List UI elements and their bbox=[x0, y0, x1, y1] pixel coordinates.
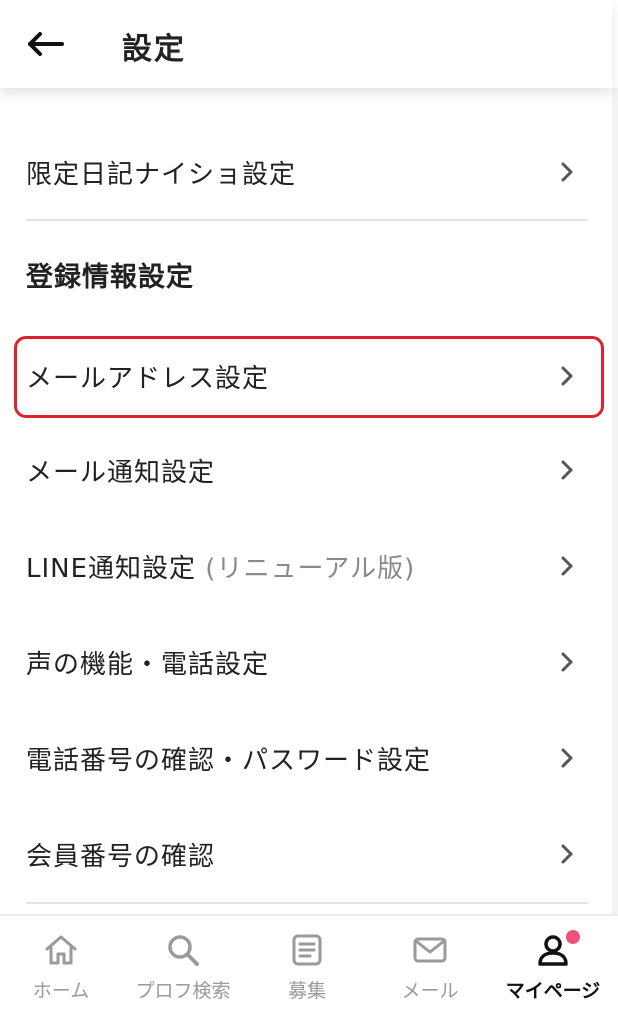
menu-item-member-number[interactable]: 会員番号の確認 bbox=[0, 818, 612, 890]
bottom-tab-bar: ホーム プロフ検索 募集 メール マイページ bbox=[0, 914, 618, 1024]
menu-item-email-address[interactable]: メールアドレス設定 bbox=[0, 340, 612, 412]
home-icon bbox=[45, 935, 77, 965]
tab-mypage[interactable]: マイページ bbox=[492, 916, 614, 1024]
tab-profile-search[interactable]: プロフ検索 bbox=[122, 916, 244, 1024]
tab-recruit[interactable]: 募集 bbox=[246, 916, 368, 1024]
search-icon bbox=[168, 935, 199, 966]
page-title: 設定 bbox=[122, 32, 186, 67]
chevron-right-icon bbox=[561, 460, 573, 480]
section-divider bbox=[26, 902, 588, 904]
tab-label: 募集 bbox=[287, 980, 326, 1002]
menu-item-line-notification[interactable]: LINE通知設定 (リニューアル版) bbox=[0, 530, 612, 602]
arrow-left-icon bbox=[28, 32, 64, 56]
menu-item-secret-diary[interactable]: 限定日記ナイショ設定 bbox=[0, 136, 612, 208]
tab-label: メール bbox=[401, 980, 459, 1002]
menu-item-label: 会員番号の確認 bbox=[26, 841, 216, 872]
menu-item-label: メール通知設定 bbox=[26, 457, 216, 488]
notification-badge bbox=[566, 930, 580, 944]
menu-item-label: メールアドレス設定 bbox=[26, 363, 270, 394]
chevron-right-icon bbox=[561, 366, 573, 386]
scrollbar-track bbox=[612, 88, 618, 918]
tab-mail[interactable]: メール bbox=[369, 916, 491, 1024]
tab-home[interactable]: ホーム bbox=[0, 916, 122, 1024]
menu-item-phone-password[interactable]: 電話番号の確認・パスワード設定 bbox=[0, 722, 612, 794]
mail-icon bbox=[413, 937, 447, 963]
board-icon bbox=[292, 934, 322, 966]
menu-item-suffix: (リニューアル版) bbox=[196, 553, 416, 584]
chevron-right-icon bbox=[561, 556, 573, 576]
menu-item-email-notification[interactable]: メール通知設定 bbox=[0, 434, 612, 506]
tab-label: ホーム bbox=[32, 980, 90, 1002]
section-heading: 登録情報設定 bbox=[26, 262, 194, 293]
chevron-right-icon bbox=[561, 652, 573, 672]
section-divider bbox=[26, 219, 588, 221]
app-header: 設定 bbox=[0, 0, 612, 88]
chevron-right-icon bbox=[561, 162, 573, 182]
menu-item-label: 声の機能・電話設定 bbox=[26, 649, 270, 680]
chevron-right-icon bbox=[561, 844, 573, 864]
chevron-right-icon bbox=[561, 748, 573, 768]
tab-label: プロフ検索 bbox=[135, 980, 231, 1002]
menu-item-label: LINE通知設定 bbox=[26, 553, 197, 584]
menu-item-label: 限定日記ナイショ設定 bbox=[26, 159, 297, 190]
back-button[interactable] bbox=[26, 28, 66, 60]
tab-label: マイページ bbox=[505, 980, 601, 1002]
menu-item-label: 電話番号の確認・パスワード設定 bbox=[26, 745, 432, 776]
menu-item-voice-phone[interactable]: 声の機能・電話設定 bbox=[0, 626, 612, 698]
